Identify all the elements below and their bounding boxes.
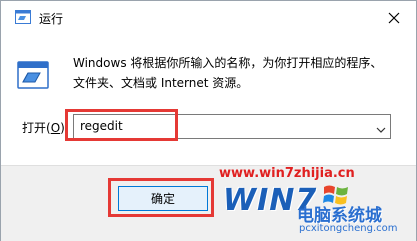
description-text: Windows 将根据你所输入的名称，为你打开相应的程序、 文件夹、文档或 In… [73,53,411,93]
window-title: 运行 [39,12,64,26]
ok-highlight-box [108,178,214,217]
chevron-down-icon[interactable] [376,123,386,133]
close-icon [388,12,400,24]
open-label: 打开(O): [22,119,69,136]
open-label-prefix: 打开( [22,121,51,135]
watermark-domain: pcxitongcheng.com [299,223,398,234]
input-highlight-box [65,109,178,141]
close-button[interactable] [382,7,406,29]
description-line-1: Windows 将根据你所输入的名称，为你打开相应的程序、 [73,56,383,70]
run-app-icon [15,10,31,24]
description-line-2: 文件夹、文档或 Internet 资源。 [73,76,249,90]
run-dialog: 运行 Windows 将根据你所输入的名称，为你打开相应的程序、 文件夹、文档或… [0,0,417,241]
title-bar[interactable]: 运行 [1,1,416,35]
open-label-accelerator: O [50,121,61,135]
run-icon [17,61,49,89]
